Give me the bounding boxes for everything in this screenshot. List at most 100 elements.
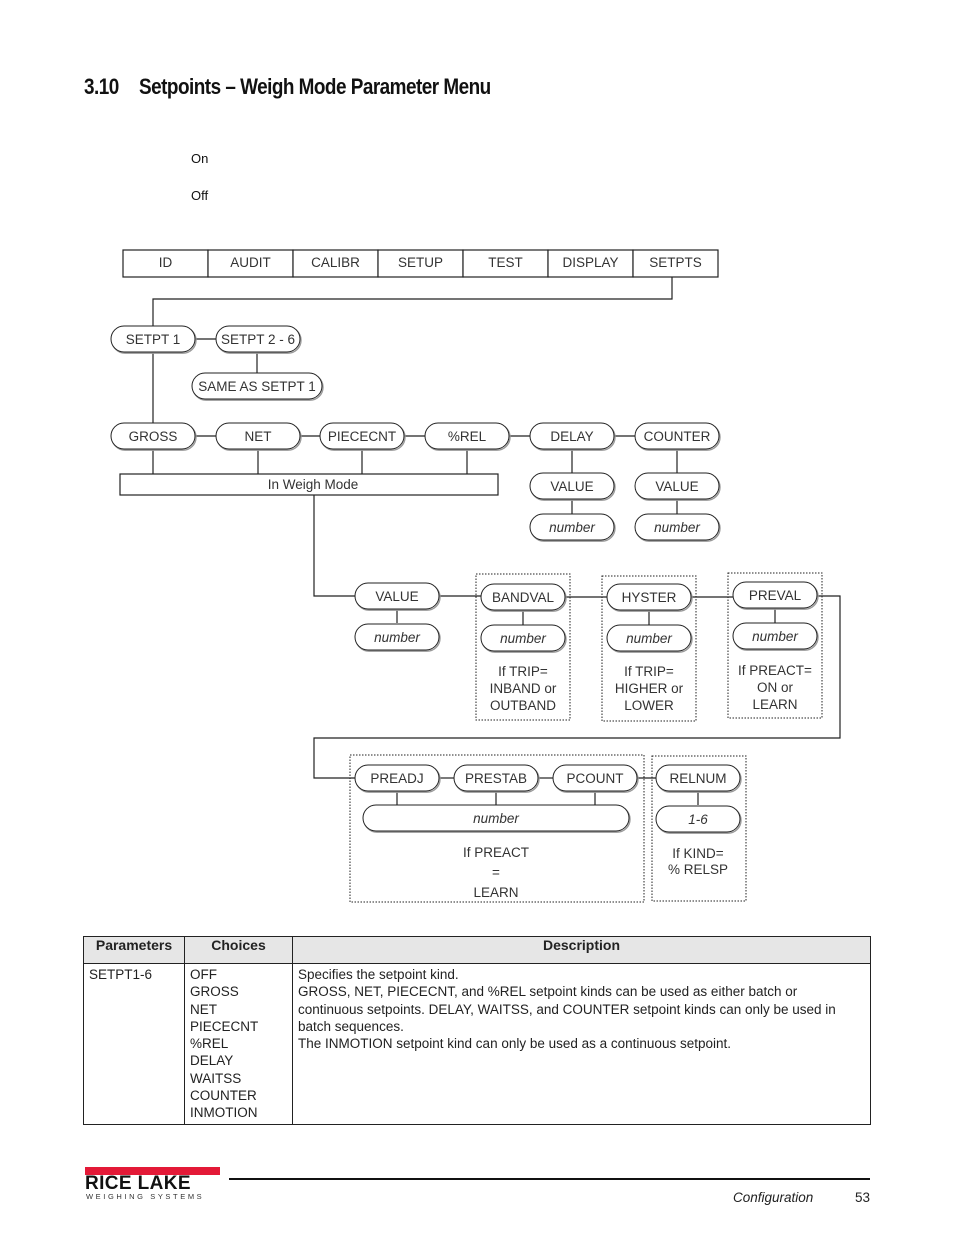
- menu-label: CALIBR: [311, 255, 360, 270]
- parameter-table: Parameters Choices Description SETPT1-6 …: [83, 936, 871, 1125]
- node-rel: %REL: [424, 422, 511, 451]
- menu-label: AUDIT: [230, 255, 271, 270]
- hyster-condition-text: LOWER: [624, 698, 674, 713]
- node-delay-label: DELAY: [550, 429, 593, 444]
- node-value: VALUE: [354, 582, 441, 611]
- node-relnum-range: 1-6: [655, 805, 742, 834]
- node-bandval-label: BANDVAL: [492, 590, 555, 605]
- node-counter-value: VALUE: [634, 472, 721, 501]
- choice-item: INMOTION: [190, 1105, 258, 1121]
- menu-label: SETUP: [398, 255, 443, 270]
- menu-label: ID: [159, 255, 173, 270]
- node-setpt-2-6-label: SETPT 2 - 6: [221, 332, 295, 347]
- cell-choices: OFF GROSS NET PIECECNT %REL DELAY WAITSS…: [184, 963, 293, 1125]
- node-hyster-label: HYSTER: [622, 590, 677, 605]
- bandval-condition-text: OUTBAND: [490, 698, 556, 713]
- node-setpt-2-6: SETPT 2 - 6: [215, 325, 302, 354]
- node-counter-value-label: VALUE: [655, 479, 698, 494]
- node-delay-value-label: VALUE: [550, 479, 593, 494]
- node-pre-number: number: [362, 804, 631, 833]
- preact-condition-text: If PREACT: [463, 845, 529, 860]
- bandval-condition-text: If TRIP=: [498, 664, 548, 679]
- node-hyster: HYSTER: [606, 583, 693, 612]
- node-net-label: NET: [245, 429, 272, 444]
- relnum-condition-text: % RELSP: [668, 862, 728, 877]
- node-setpt-1: SETPT 1: [110, 325, 197, 354]
- menu-diagram: ID AUDIT CALIBR SETUP TEST DISPLAY SETPTS SETP…: [110, 249, 841, 903]
- node-prestab-label: PRESTAB: [465, 771, 527, 786]
- preval-condition-text: LEARN: [752, 697, 797, 712]
- choice-item: WAITSS: [190, 1070, 242, 1086]
- node-delay-number-label: number: [549, 520, 595, 535]
- choice-item: OFF: [190, 967, 217, 982]
- choice-item: DELAY: [190, 1053, 234, 1069]
- node-relnum: RELNUM: [655, 764, 742, 793]
- node-preval: PREVAL: [732, 581, 819, 610]
- node-relnum-label: RELNUM: [669, 771, 726, 786]
- node-prestab: PRESTAB: [453, 764, 540, 793]
- node-preadj-label: PREADJ: [370, 771, 423, 786]
- in-weigh-mode-label: In Weigh Mode: [268, 477, 359, 492]
- choice-item: GROSS: [190, 984, 239, 1000]
- top-menu-bar: ID AUDIT CALIBR SETUP TEST DISPLAY SETPTS: [122, 249, 719, 278]
- preact-condition-text: LEARN: [473, 885, 518, 900]
- relnum-condition-text: If KIND=: [672, 846, 724, 861]
- node-counter: COUNTER: [634, 422, 721, 451]
- cell-parameter: SETPT1-6: [83, 963, 185, 1125]
- footer-section-name: Configuration: [733, 1190, 814, 1205]
- node-hyster-number-label: number: [626, 631, 672, 646]
- node-relnum-range-label: 1-6: [688, 812, 708, 827]
- node-counter-number: number: [634, 513, 721, 542]
- node-hyster-number: number: [606, 624, 693, 653]
- menu-label: TEST: [488, 255, 523, 270]
- choice-item: NET: [190, 1001, 217, 1017]
- description-line: Specifies the setpoint kind.: [298, 967, 459, 982]
- node-delay-value: VALUE: [529, 472, 616, 501]
- node-preadj: PREADJ: [354, 764, 441, 793]
- description-line: GROSS, NET, PIECECNT, and %REL setpoint …: [298, 984, 836, 1034]
- preact-condition-text: =: [492, 865, 500, 880]
- node-same-as-setpt-1: SAME AS SETPT 1: [191, 372, 324, 401]
- node-preval-label: PREVAL: [749, 588, 802, 603]
- brand-logo: RICE LAKE: [85, 1173, 191, 1194]
- node-pre-number-label: number: [473, 811, 519, 826]
- node-delay: DELAY: [529, 422, 616, 451]
- node-value-number: number: [354, 623, 441, 652]
- header-description: Description: [292, 936, 871, 964]
- node-piececnt-label: PIECECNT: [328, 429, 396, 444]
- header-parameters: Parameters: [83, 936, 185, 964]
- choice-item: COUNTER: [190, 1088, 257, 1104]
- node-gross: GROSS: [110, 422, 197, 451]
- header-choices: Choices: [184, 936, 293, 964]
- node-gross-label: GROSS: [129, 429, 178, 444]
- table-header-row: Parameters Choices Description: [83, 936, 871, 964]
- node-preval-number: number: [732, 622, 819, 651]
- choice-item: %REL: [190, 1036, 229, 1052]
- menu-label: DISPLAY: [562, 255, 618, 270]
- table-row: SETPT1-6 OFF GROSS NET PIECECNT %REL DEL…: [83, 963, 871, 1125]
- node-delay-number: number: [529, 513, 616, 542]
- menu-label: SETPTS: [649, 255, 702, 270]
- cell-description: Specifies the setpoint kind. GROSS, NET,…: [292, 963, 871, 1125]
- bandval-condition-text: INBAND or: [490, 681, 557, 696]
- brand-subtitle: WEIGHING SYSTEMS: [86, 1192, 205, 1201]
- node-piececnt: PIECECNT: [319, 422, 406, 451]
- hyster-condition-text: If TRIP=: [624, 664, 674, 679]
- node-bandval-number-label: number: [500, 631, 546, 646]
- node-pcount: PCOUNT: [552, 764, 639, 793]
- description-line: The INMOTION setpoint kind can only be u…: [298, 1036, 731, 1052]
- hyster-condition-text: HIGHER or: [615, 681, 684, 696]
- node-counter-number-label: number: [654, 520, 700, 535]
- node-setpt-1-label: SETPT 1: [126, 332, 181, 347]
- choice-item: PIECECNT: [190, 1018, 259, 1034]
- node-net: NET: [215, 422, 302, 451]
- node-pcount-label: PCOUNT: [567, 771, 624, 786]
- footer-rule: [229, 1178, 870, 1180]
- preval-condition-text: If PREACT=: [738, 663, 812, 678]
- page-number: 53: [855, 1190, 871, 1205]
- node-bandval-number: number: [480, 624, 567, 653]
- node-same-as-setpt-1-label: SAME AS SETPT 1: [198, 379, 316, 394]
- node-preval-number-label: number: [752, 629, 798, 644]
- node-bandval: BANDVAL: [480, 583, 567, 612]
- preval-condition-text: ON or: [757, 680, 794, 695]
